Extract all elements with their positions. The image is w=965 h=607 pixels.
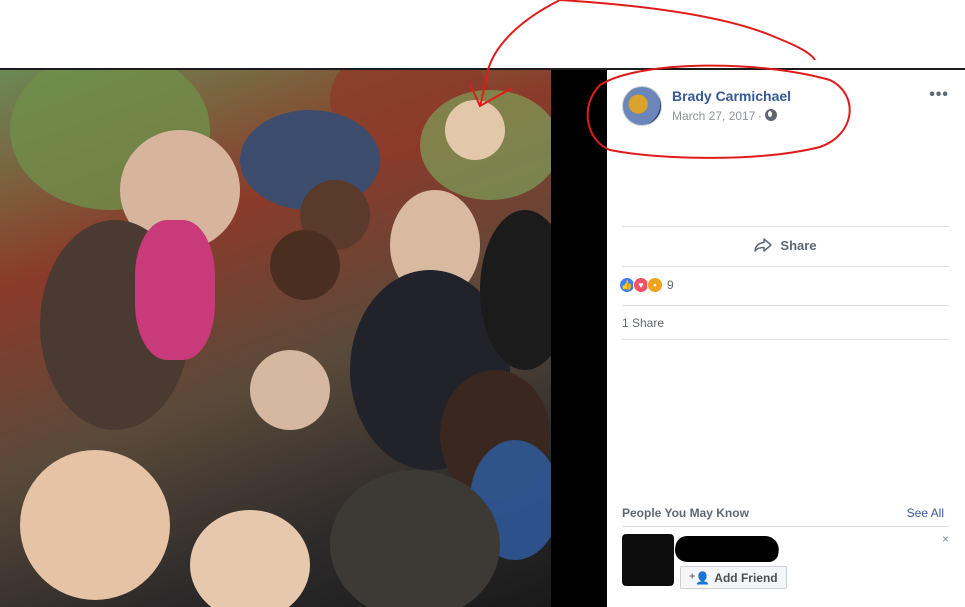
author-avatar[interactable]	[622, 86, 662, 126]
add-friend-label: Add Friend	[714, 570, 778, 585]
share-label: Share	[780, 237, 817, 253]
more-options-icon[interactable]: •••	[929, 86, 949, 104]
globe-icon	[765, 109, 777, 121]
author-name-link[interactable]: Brady Carmichael	[672, 88, 791, 104]
divider	[622, 305, 949, 306]
date-separator: ·	[758, 109, 762, 123]
see-all-link[interactable]: See All	[907, 506, 944, 520]
divider	[622, 526, 949, 527]
divider	[622, 226, 949, 227]
add-friend-button[interactable]: ⁺👤 Add Friend	[680, 566, 787, 589]
divider	[622, 266, 949, 267]
share-arrow-icon	[754, 238, 773, 252]
top-blank-area	[0, 0, 965, 68]
post-date[interactable]: March 27, 2017	[672, 109, 755, 123]
reaction-count: 9	[667, 278, 674, 292]
shares-count-link[interactable]: 1 Share	[622, 316, 664, 330]
pymk-title: People You May Know	[622, 506, 749, 520]
redacted-name	[673, 536, 781, 562]
share-button[interactable]: Share	[622, 230, 949, 260]
add-friend-icon: ⁺👤	[689, 570, 711, 585]
reactions-summary[interactable]: 👍 ♥ • 9	[619, 277, 674, 293]
post-side-panel: Brady Carmichael March 27, 2017 · ••• Sh…	[607, 70, 965, 607]
photo-viewer[interactable]	[0, 70, 607, 607]
pymk-avatar[interactable]	[622, 534, 674, 586]
angry-icon: •	[647, 277, 663, 293]
group-photo[interactable]	[0, 70, 551, 607]
divider	[622, 339, 949, 340]
close-icon[interactable]: ×	[942, 532, 949, 546]
